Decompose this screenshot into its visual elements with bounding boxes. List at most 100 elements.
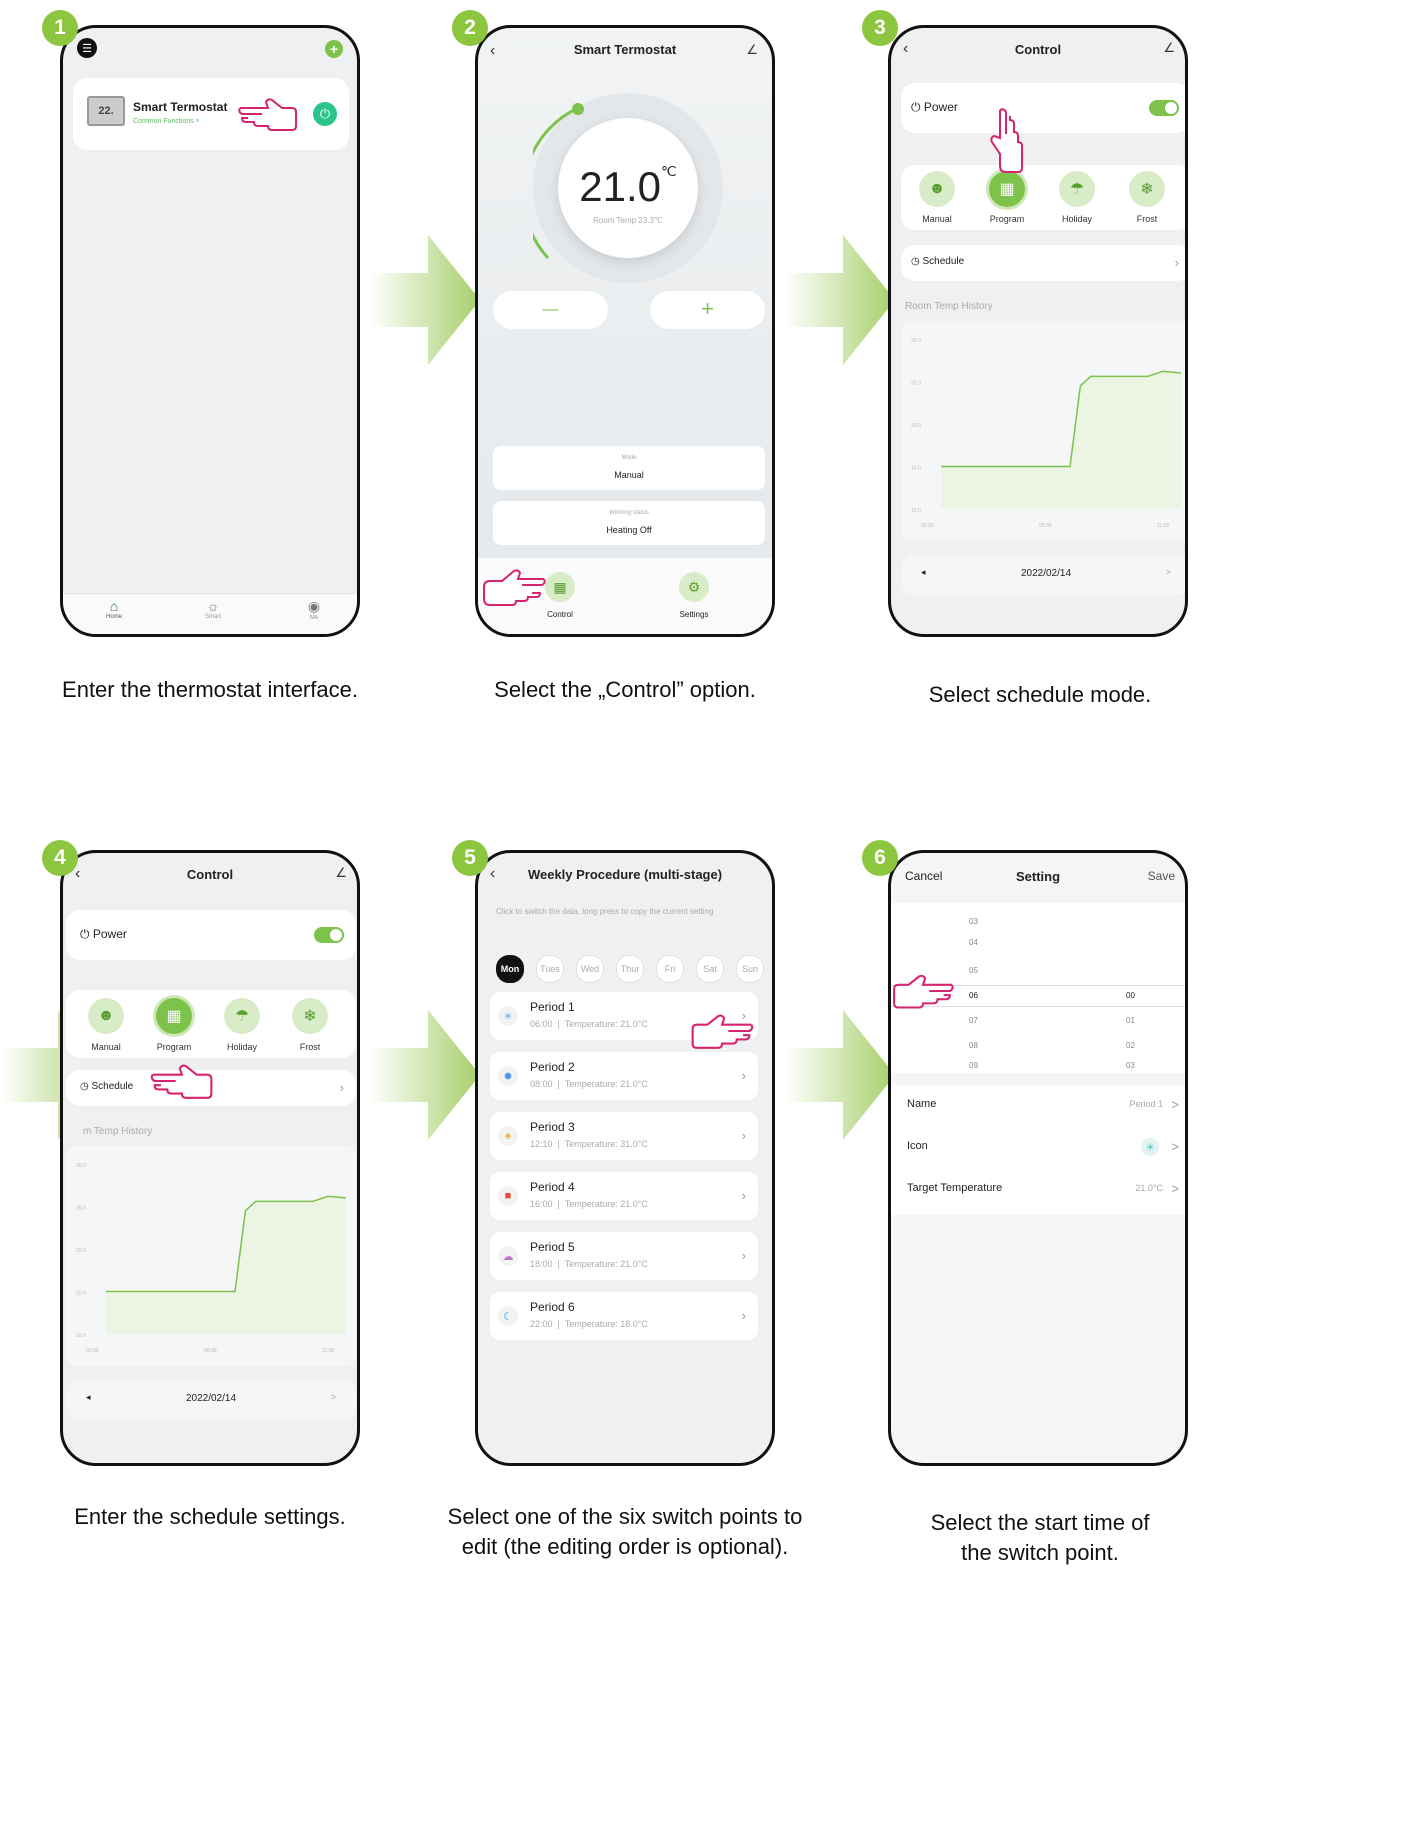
- period-icon: ☀: [498, 1006, 518, 1026]
- power-toggle[interactable]: [1149, 100, 1179, 116]
- hour-option[interactable]: 09: [969, 1061, 978, 1070]
- mode-label-frost: Frost: [299, 1042, 321, 1052]
- increase-button[interactable]: +: [650, 291, 765, 329]
- period-name: Period 4: [530, 1180, 575, 1194]
- hour-selected[interactable]: 06: [969, 991, 978, 1000]
- icon-row[interactable]: Icon ☀ >: [891, 1127, 1185, 1167]
- step-badge: 1: [42, 10, 78, 46]
- period-icon: ■: [498, 1186, 518, 1206]
- history-chart-card: 30.0 25.0 20.0 15.0 10.0 00:00 08:00 11:08: [901, 321, 1185, 541]
- y-tick-label: 20.0: [911, 423, 921, 429]
- menu-icon[interactable]: ☰: [77, 38, 97, 58]
- schedule-label: Schedule: [91, 1081, 134, 1092]
- power-icon[interactable]: ⏻: [313, 102, 337, 126]
- period-row[interactable]: ☾ Period 6 22:00 | Temperature: 18.0°C ›: [490, 1292, 758, 1340]
- edit-icon[interactable]: ∠: [1163, 40, 1175, 56]
- day-tab-wed[interactable]: Wed: [576, 955, 604, 983]
- next-day-icon[interactable]: >: [1166, 567, 1171, 577]
- gear-icon: ⚙: [679, 572, 709, 602]
- pointing-hand-icon: [990, 108, 1023, 173]
- mode-value: Manual: [614, 470, 644, 480]
- name-value: Period 1: [1129, 1099, 1163, 1109]
- thermostat-device-icon: 22.: [87, 96, 125, 126]
- hint-text: Click to switch the data, long press to …: [496, 907, 714, 916]
- chevron-right-icon: ›: [741, 1128, 746, 1143]
- step-badge: 2: [452, 10, 488, 46]
- minute-selected[interactable]: 00: [1126, 991, 1135, 1000]
- hour-option[interactable]: 03: [969, 917, 978, 926]
- power-icon: ⏻: [80, 927, 90, 941]
- hour-option[interactable]: 08: [969, 1041, 978, 1050]
- period-row[interactable]: ✹ Period 2 08:00 | Temperature: 21.0°C ›: [490, 1052, 758, 1100]
- y-tick-label: 10.0: [76, 1333, 86, 1339]
- manual-mode-icon[interactable]: ☻: [88, 998, 124, 1034]
- day-tab-sun[interactable]: Sun: [736, 955, 764, 983]
- frost-mode-icon[interactable]: ❄: [292, 998, 328, 1034]
- day-tab-mon[interactable]: Mon: [496, 955, 524, 983]
- period-detail: 22:00 | Temperature: 18.0°C: [530, 1319, 648, 1329]
- frost-mode-icon[interactable]: ❄: [1129, 171, 1165, 207]
- holiday-mode-icon[interactable]: ☂: [1059, 171, 1095, 207]
- power-toggle[interactable]: [314, 927, 344, 943]
- edit-icon[interactable]: ∠: [746, 42, 758, 58]
- target-temperature-label: Target Temperature: [907, 1182, 1003, 1194]
- manual-mode-icon[interactable]: ☻: [919, 171, 955, 207]
- power-row[interactable]: ⏻ Power: [901, 83, 1185, 133]
- minute-option[interactable]: 01: [1126, 1016, 1135, 1025]
- power-row[interactable]: ⏻ Power: [66, 910, 356, 960]
- day-tab-sat[interactable]: Sat: [696, 955, 724, 983]
- y-tick-label: 15.0: [76, 1291, 86, 1297]
- edit-icon[interactable]: ∠: [335, 865, 347, 881]
- name-row[interactable]: Name Period 1 >: [891, 1085, 1185, 1125]
- y-tick-label: 25.0: [911, 381, 921, 387]
- device-functions-link[interactable]: Common Functions ˅: [133, 118, 200, 125]
- room-temperature: Room Temp 23.3℃: [593, 216, 663, 225]
- target-temperature-row[interactable]: Target Temperature 21.0°C >: [891, 1169, 1185, 1209]
- schedule-row[interactable]: ◷ Schedule ›: [901, 245, 1185, 281]
- y-tick-label: 20.0: [76, 1248, 86, 1254]
- chevron-right-icon: ›: [741, 1068, 746, 1083]
- hour-option[interactable]: 04: [969, 938, 978, 947]
- period-row[interactable]: ■ Period 4 16:00 | Temperature: 21.0°C ›: [490, 1172, 758, 1220]
- schedule-label: Schedule: [922, 256, 965, 267]
- tab-control[interactable]: ▦ Control: [540, 572, 580, 619]
- day-tab-fri[interactable]: Fri: [656, 955, 684, 983]
- program-mode-icon[interactable]: ▦: [156, 998, 192, 1034]
- step-3-caption: Select schedule mode.: [928, 682, 1152, 707]
- x-tick-label: 08:00: [1039, 523, 1052, 529]
- set-temperature: 21.0: [579, 163, 661, 210]
- next-day-icon[interactable]: >: [331, 1392, 336, 1402]
- current-date: 2022/02/14: [1020, 568, 1072, 579]
- minute-option[interactable]: 03: [1126, 1061, 1135, 1070]
- mode-label: Mode: [621, 455, 637, 461]
- period-row[interactable]: ♠ Period 3 12:10 | Temperature: 31.0°C ›: [490, 1112, 758, 1160]
- device-card[interactable]: 22. Smart Termostat Common Functions ˅ ⏻: [73, 78, 349, 150]
- decrease-button[interactable]: —: [493, 291, 608, 329]
- tab-smart[interactable]: ☼ Smart: [198, 598, 228, 620]
- history-title: m Temp History: [83, 1126, 153, 1137]
- period-row[interactable]: ☁ Period 5 18:00 | Temperature: 21.0°C ›: [490, 1232, 758, 1280]
- history-chart-card: 30.0 25.0 20.0 15.0 10.0 00:00 08:00 11:08: [66, 1146, 356, 1366]
- temperature-history-chart: 30.0 25.0 20.0 15.0 10.0 00:00 08:00 11:08: [911, 338, 1182, 529]
- step-4-caption: Enter the schedule settings.: [74, 1504, 346, 1529]
- hour-option[interactable]: 05: [969, 966, 978, 975]
- holiday-mode-icon[interactable]: ☂: [224, 998, 260, 1034]
- period-name: Period 5: [530, 1240, 575, 1254]
- tab-home[interactable]: ⌂ Home: [99, 598, 129, 620]
- save-button[interactable]: Save: [1148, 869, 1175, 883]
- next-step-arrow: [370, 1010, 480, 1140]
- tab-me[interactable]: ◉ Me: [299, 598, 329, 621]
- hour-option[interactable]: 07: [969, 1016, 978, 1025]
- step-badge: 6: [862, 840, 898, 876]
- day-tab-thur[interactable]: Thur: [616, 955, 644, 983]
- add-device-icon[interactable]: +: [325, 40, 343, 58]
- day-tab-tues[interactable]: Tues: [536, 955, 564, 983]
- caption-line: Select one of the six switch points to: [447, 1504, 803, 1529]
- tab-settings[interactable]: ⚙ Settings: [674, 572, 714, 619]
- mode-card[interactable]: Mode Manual: [493, 446, 765, 490]
- screen-title: Control: [186, 867, 234, 882]
- pointing-hand-icon: [893, 974, 954, 1009]
- temperature-dial[interactable]: 21.0℃ Room Temp 23.3℃: [533, 93, 723, 283]
- minute-option[interactable]: 02: [1126, 1041, 1135, 1050]
- mode-label-manual: Manual: [91, 1042, 121, 1052]
